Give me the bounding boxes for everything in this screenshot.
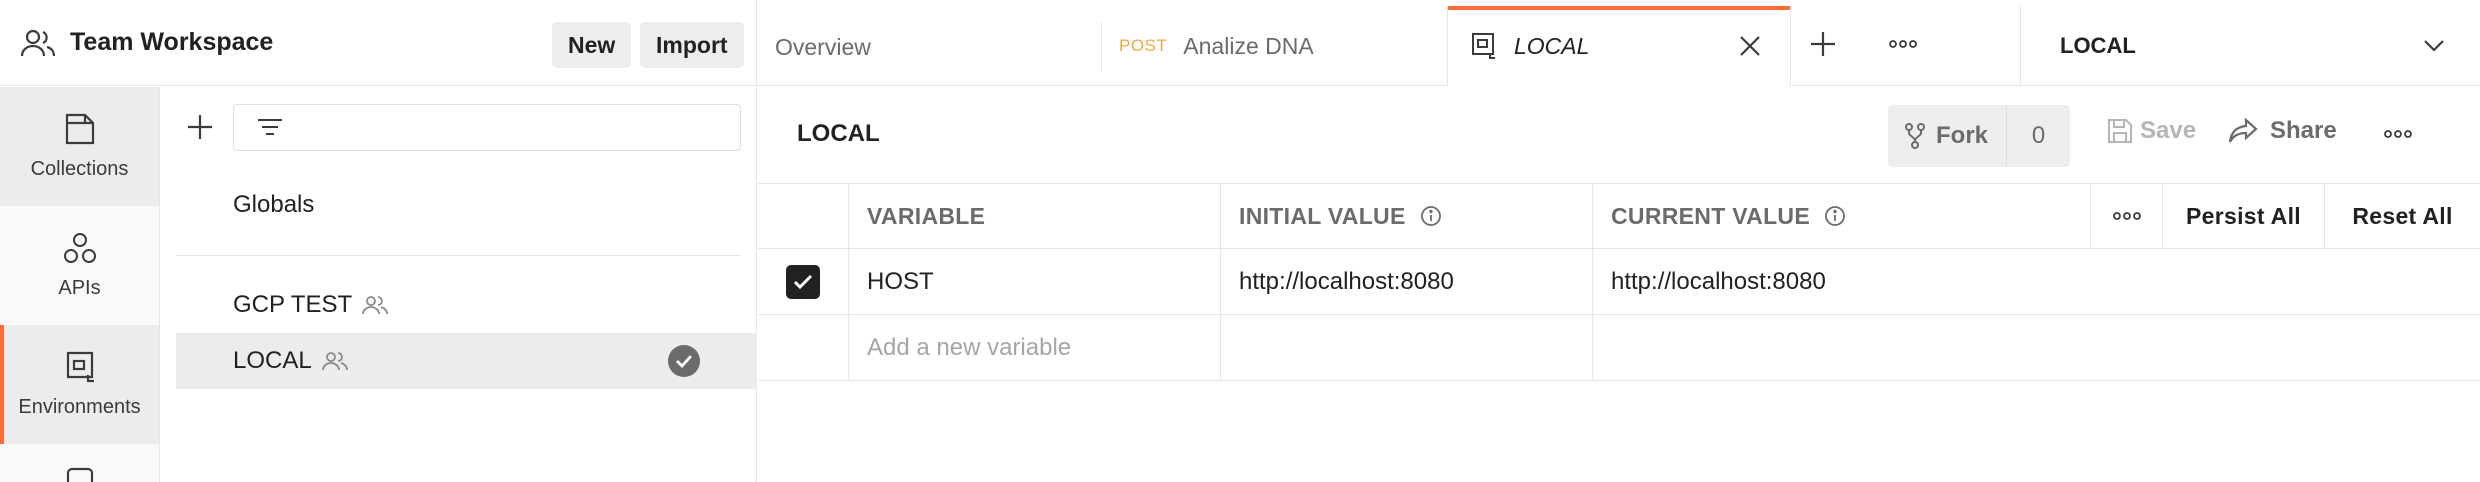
workspace-title[interactable]: Team Workspace	[70, 28, 273, 57]
shared-icon	[362, 294, 389, 316]
column-header-variable: VARIABLE	[849, 184, 1221, 248]
share-button[interactable]: Share	[2228, 116, 2337, 146]
environment-icon	[1468, 30, 1500, 62]
filter-icon	[256, 114, 284, 142]
share-label: Share	[2270, 117, 2337, 144]
environment-item-gcp-test[interactable]: GCP TEST	[176, 277, 757, 333]
table-row: HOST http://localhost:8080 http://localh…	[758, 249, 2480, 315]
header-check-cell	[758, 184, 849, 248]
column-header-initial-value: INITIAL VALUE	[1221, 184, 1593, 248]
team-icon	[20, 25, 56, 61]
share-icon	[2228, 116, 2260, 146]
tab-bar: Overview POST Analize DNA LOCAL LOCAL	[757, 0, 2480, 86]
apis-icon	[63, 231, 97, 265]
collections-icon	[63, 112, 97, 146]
import-button[interactable]: Import	[640, 22, 744, 68]
sidebar-item-more[interactable]	[0, 444, 159, 482]
active-environment-check-icon[interactable]	[668, 345, 700, 377]
request-method-badge: POST	[1119, 36, 1168, 55]
variable-name-cell[interactable]: HOST	[849, 249, 1221, 314]
environment-item-local[interactable]: LOCAL	[176, 333, 757, 389]
filter-input[interactable]	[233, 104, 741, 151]
environment-name: LOCAL	[233, 347, 312, 374]
document-icon	[63, 466, 97, 482]
new-initial-value-input[interactable]	[1221, 315, 1593, 380]
sidebar-item-label: Collections	[30, 158, 129, 180]
tab-local[interactable]: LOCAL	[1447, 6, 1791, 86]
sidebar-item-collections[interactable]: Collections	[0, 87, 159, 206]
fork-button[interactable]: Fork	[1888, 105, 2006, 167]
variable-enabled-checkbox[interactable]	[786, 264, 820, 299]
tab-analize-dna[interactable]: POST Analize DNA	[1102, 6, 1446, 86]
current-value-cell[interactable]: http://localhost:8080	[1593, 249, 2090, 314]
table-options-icon[interactable]	[2090, 184, 2163, 248]
new-tab-icon[interactable]	[1807, 28, 1839, 60]
sidebar-item-label: APIs	[58, 277, 101, 299]
globals-item[interactable]: Globals	[233, 191, 314, 219]
save-button[interactable]: Save	[2106, 116, 2196, 146]
fork-label: Fork	[1936, 122, 1989, 149]
new-variable-input[interactable]: Add a new variable	[849, 315, 1221, 380]
initial-value-cell[interactable]: http://localhost:8080	[1221, 249, 1593, 314]
row-check-cell	[758, 249, 849, 314]
environment-title[interactable]: LOCAL	[797, 120, 880, 148]
row-check-cell	[758, 315, 849, 380]
close-tab-icon[interactable]	[1732, 28, 1768, 64]
fork-group: Fork 0	[1888, 105, 2071, 167]
workspace-header: Team Workspace New Import	[0, 0, 757, 86]
more-options-icon[interactable]	[2382, 120, 2414, 148]
app-window: Team Workspace New Import Collections AP…	[0, 0, 2480, 482]
table-header-row: VARIABLE INITIAL VALUE CURRENT VALUE Per…	[758, 183, 2480, 249]
tab-options-icon[interactable]	[1887, 28, 1919, 60]
tab-label: Overview	[775, 33, 871, 60]
new-variable-row: Add a new variable	[758, 315, 2480, 381]
environment-selector-value: LOCAL	[2060, 33, 2136, 58]
environments-icon	[63, 350, 97, 384]
add-environment-icon[interactable]	[182, 109, 218, 145]
save-label: Save	[2140, 117, 2197, 144]
environment-selector[interactable]: LOCAL	[2020, 6, 2480, 86]
sidebar-rail: Collections APIs Environments	[0, 87, 160, 482]
save-icon	[2106, 116, 2136, 146]
column-header-label: CURRENT VALUE	[1611, 202, 1810, 229]
shared-icon	[321, 350, 348, 372]
tab-label: Analize DNA	[1183, 32, 1314, 59]
sidebar-item-environments[interactable]: Environments	[0, 325, 159, 444]
column-header-label: VARIABLE	[867, 202, 986, 229]
variables-table: VARIABLE INITIAL VALUE CURRENT VALUE Per…	[758, 183, 2480, 381]
new-current-value-input[interactable]	[1593, 315, 2090, 380]
environment-name: GCP TEST	[233, 291, 353, 318]
sidebar-item-label: Environments	[18, 396, 141, 418]
new-button[interactable]: New	[552, 22, 632, 68]
divider	[176, 255, 741, 256]
column-header-current-value: CURRENT VALUE	[1593, 184, 2090, 248]
sidebar-item-apis[interactable]: APIs	[0, 206, 159, 325]
tab-label: LOCAL	[1514, 32, 1590, 59]
column-header-label: INITIAL VALUE	[1239, 202, 1406, 229]
info-icon[interactable]	[1824, 204, 1848, 228]
fork-icon	[1904, 122, 1930, 150]
fork-count[interactable]: 0	[2006, 105, 2070, 167]
chevron-down-icon	[2420, 32, 2448, 60]
tab-overview[interactable]: Overview	[757, 22, 1102, 72]
persist-all-button[interactable]: Persist All	[2163, 184, 2325, 248]
environment-list-panel: Globals GCP TEST LOCAL	[160, 87, 757, 482]
info-icon[interactable]	[1420, 204, 1444, 228]
reset-all-button[interactable]: Reset All	[2325, 184, 2480, 248]
